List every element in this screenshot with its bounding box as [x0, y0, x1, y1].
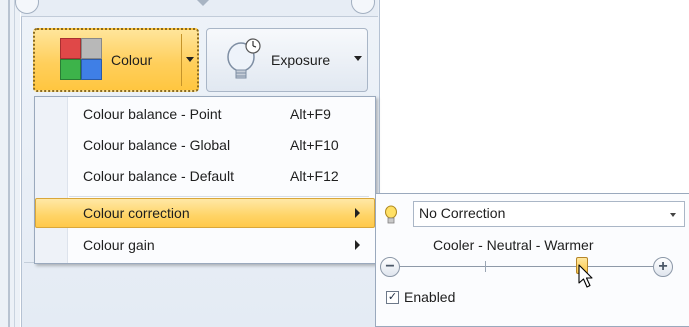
colour-split-button[interactable]: Colour: [33, 28, 199, 92]
menu-item-label: Colour gain: [83, 237, 155, 253]
colour-correction-submenu: No Correction Cooler - Neutral - Warmer …: [375, 193, 689, 327]
gallery-scroll-right-button[interactable]: [351, 0, 375, 14]
chevron-down-icon: [354, 56, 362, 61]
chevron-down-icon: [186, 57, 194, 62]
decrease-button[interactable]: −: [380, 257, 400, 277]
menu-separator: [69, 196, 369, 197]
slider-center-tick: [485, 261, 486, 272]
menu-item-colour-gain[interactable]: Colour gain: [35, 230, 375, 260]
colour-palette-icon: [60, 38, 102, 80]
slider-caption: Cooler - Neutral - Warmer: [433, 237, 594, 253]
correction-select-value: No Correction: [419, 205, 506, 221]
colour-dropdown-menu: Colour balance - Point Alt+F9 Colour bal…: [34, 96, 376, 264]
menu-item-shortcut: Alt+F12: [290, 168, 339, 184]
chevron-right-icon: [355, 240, 360, 250]
gallery-chevron-icon: [197, 0, 209, 6]
temperature-slider-track[interactable]: [399, 266, 653, 267]
window-left-edge: [0, 0, 20, 327]
menu-item-colour-balance-global[interactable]: Colour balance - Global Alt+F10: [35, 130, 375, 160]
menu-item-label: Colour correction: [83, 205, 190, 221]
enabled-label: Enabled: [404, 289, 456, 305]
light-bulb-icon: [227, 38, 261, 79]
colour-dropdown-arrow[interactable]: [183, 30, 197, 90]
split-divider: [181, 34, 182, 86]
menu-item-colour-balance-default[interactable]: Colour balance - Default Alt+F12: [35, 161, 375, 191]
light-bulb-small-icon: [385, 205, 397, 224]
mouse-pointer-icon: [578, 264, 593, 288]
menu-item-colour-balance-point[interactable]: Colour balance - Point Alt+F9: [35, 99, 375, 129]
chevron-down-icon: [670, 213, 676, 217]
enabled-checkbox[interactable]: ✓: [386, 291, 399, 304]
exposure-split-button[interactable]: Exposure: [206, 28, 368, 92]
menu-item-label: Colour balance - Global: [83, 137, 231, 153]
menu-item-label: Colour balance - Default: [83, 168, 234, 184]
ribbon-top-strip: [15, 0, 378, 17]
menu-item-colour-correction[interactable]: Colour correction: [35, 198, 375, 228]
correction-select[interactable]: No Correction: [413, 201, 685, 227]
colour-button-label: Colour: [111, 52, 153, 68]
increase-button[interactable]: +: [653, 257, 673, 277]
menu-item-shortcut: Alt+F10: [290, 137, 339, 153]
colour-button-main[interactable]: Colour: [35, 30, 181, 90]
menu-item-label: Colour balance - Point: [83, 106, 222, 122]
chevron-right-icon: [355, 208, 360, 218]
menu-item-shortcut: Alt+F9: [290, 106, 331, 122]
exposure-button-label: Exposure: [271, 52, 331, 68]
exposure-dropdown-arrow[interactable]: [351, 29, 365, 91]
